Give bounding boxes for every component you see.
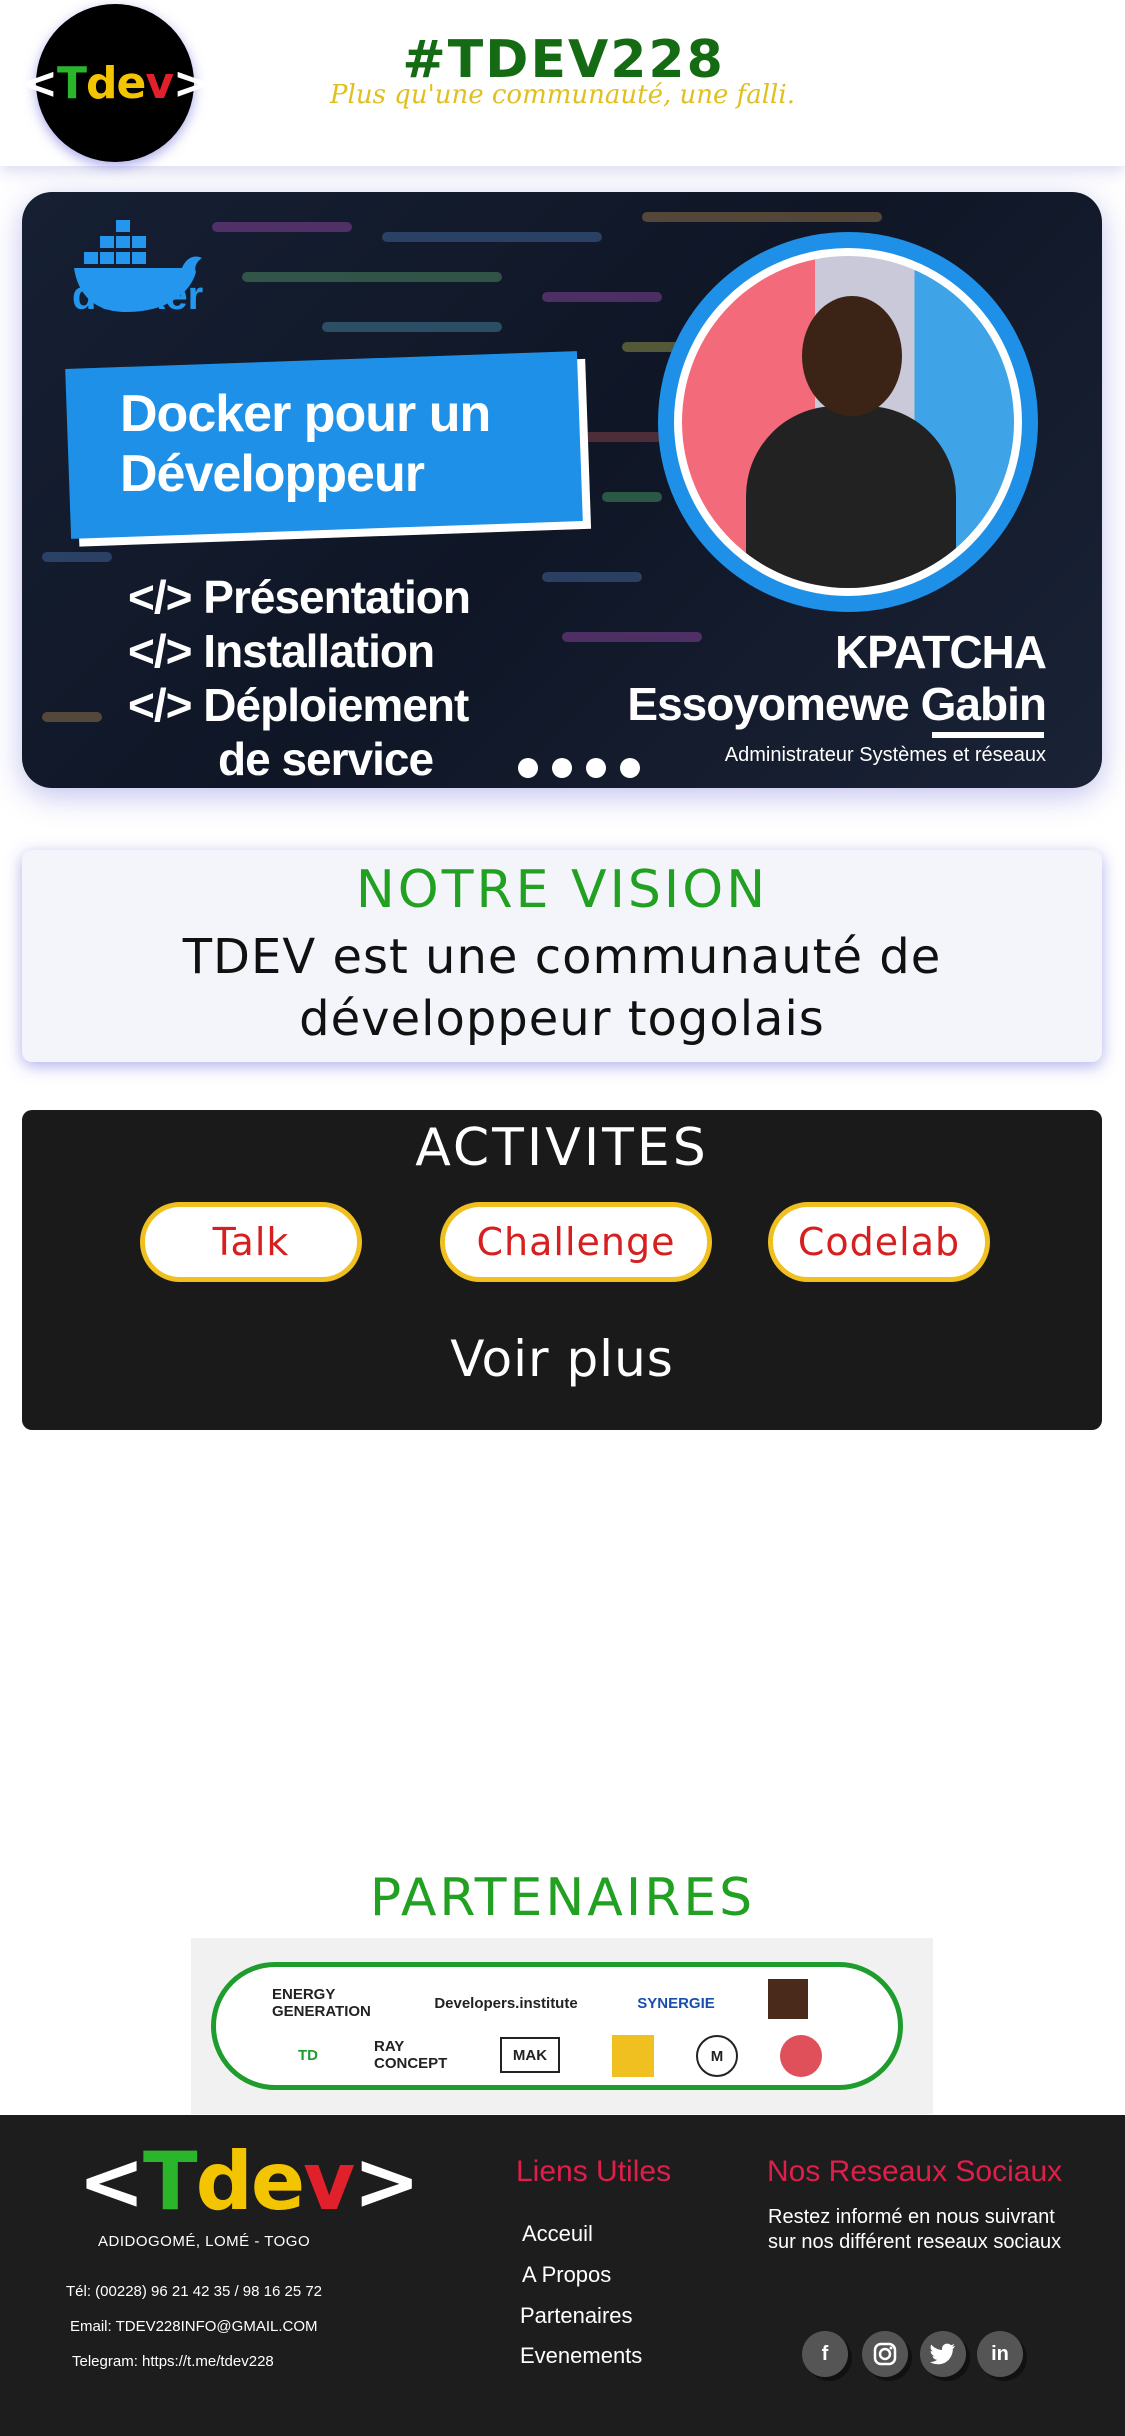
slider-dot[interactable]	[620, 758, 640, 778]
twitter-icon[interactable]	[920, 2331, 966, 2377]
partner-logo-red-circle[interactable]	[780, 2035, 822, 2077]
partner-logo-energy-generation[interactable]: ENERGY GENERATION	[272, 1983, 382, 2023]
vision-section: NOTRE VISION TDEV est une communauté de …	[22, 850, 1102, 1062]
slider-dot[interactable]	[518, 758, 538, 778]
instagram-icon[interactable]	[862, 2331, 908, 2377]
partners-frame: ENERGY GENERATION Developers.institute S…	[211, 1962, 903, 2090]
partner-logo-brown-badge[interactable]	[768, 1979, 808, 2019]
footer-link-about[interactable]: A Propos	[522, 2262, 611, 2288]
speaker-photo-head	[802, 296, 902, 416]
speaker-last-name: Essoyomewe Gabin	[627, 678, 1047, 730]
see-more-link[interactable]: Voir plus	[22, 1330, 1102, 1388]
speaker-first-name: KPATCHA	[834, 626, 1047, 678]
instagram-glyph	[873, 2342, 897, 2366]
footer-logo-bracket-open: <	[78, 2135, 145, 2228]
site-footer: <Tdev> ADIDOGOMÉ, LOMÉ - TOGO Tél: (0022…	[0, 2115, 1125, 2436]
docker-wordmark: docker	[72, 274, 204, 318]
hero-topic-item: </> Présentation	[128, 571, 471, 623]
talk-button[interactable]: Talk	[140, 1202, 362, 1282]
footer-logo[interactable]: <Tdev>	[78, 2135, 420, 2228]
slider-dot[interactable]	[586, 758, 606, 778]
hero-topic-item: de service	[218, 733, 434, 785]
speaker-photo	[682, 256, 1014, 588]
useful-links-title: Liens Utiles	[516, 2155, 672, 2188]
hero-topic-list: </> Présentation </> Installation </> Dé…	[128, 570, 471, 786]
footer-telegram[interactable]: Telegram: https://t.me/tdev228	[72, 2353, 274, 2370]
hero-slider[interactable]: docker Docker pour un Développeur </> Pr…	[22, 192, 1102, 788]
footer-logo-letters-de: de	[195, 2135, 306, 2228]
partner-logo-developers-institute[interactable]: Developers.institute	[416, 1983, 596, 2023]
vision-title: NOTRE VISION	[355, 860, 769, 920]
partners-title: PARTENAIRES	[369, 1868, 756, 1928]
footer-link-home[interactable]: Acceuil	[522, 2221, 593, 2247]
linkedin-icon[interactable]: in	[977, 2331, 1023, 2377]
speaker-name: KPATCHA Essoyomewe Gabin	[627, 626, 1047, 730]
partner-logo-ray-concept[interactable]: RAY CONCEPT	[374, 2037, 464, 2073]
footer-logo-bracket-close: >	[353, 2135, 420, 2228]
codelab-button[interactable]: Codelab	[768, 1202, 990, 1282]
activities-title: ACTIVITES	[415, 1118, 709, 1178]
partner-logo-mak[interactable]: MAK	[500, 2037, 560, 2073]
footer-logo-letter-t: T	[143, 2135, 198, 2228]
slider-dot[interactable]	[552, 758, 572, 778]
partner-logo-synergie[interactable]: SYNERGIE	[626, 1983, 726, 2023]
hero-title: Docker pour un Développeur	[120, 384, 491, 504]
site-header: <Tdev> #TDEV228 Plus qu'une communauté, …	[0, 0, 1125, 166]
social-networks-title: Nos Reseaux Sociaux	[767, 2155, 1063, 2188]
vision-text: TDEV est une communauté de développeur t…	[182, 929, 942, 1047]
footer-address: ADIDOGOMÉ, LOMÉ - TOGO	[98, 2233, 311, 2250]
hero-title-line-2: Développeur	[120, 445, 425, 503]
slider-dots	[518, 758, 640, 778]
social-networks-text: Restez informé en nous suivrant sur nos …	[768, 2206, 1062, 2253]
partner-logo-m[interactable]: M	[696, 2035, 738, 2077]
speaker-role: Administrateur Systèmes et réseaux	[724, 744, 1046, 766]
footer-link-partners[interactable]: Partenaires	[520, 2303, 633, 2329]
twitter-bird-glyph	[930, 2343, 955, 2365]
partner-logo-yellow-badge[interactable]	[612, 2035, 654, 2077]
site-tagline: Plus qu'une communauté, une falli.	[330, 80, 795, 110]
activities-section: ACTIVITES Talk Challenge Codelab Voir pl…	[22, 1110, 1102, 1430]
hero-topic-item: </> Déploiement	[128, 679, 469, 731]
hero-title-line-1: Docker pour un	[120, 385, 491, 443]
partners-logos-banner: ENERGY GENERATION Developers.institute S…	[191, 1938, 933, 2114]
speaker-photo-body	[746, 406, 956, 588]
footer-logo-letter-v: v	[303, 2135, 355, 2228]
hero-topic-item: </> Installation	[128, 625, 435, 677]
footer-email[interactable]: Email: TDEV228INFO@GMAIL.COM	[70, 2318, 318, 2335]
partner-logo-td[interactable]: TD	[278, 2037, 338, 2073]
speaker-underline	[932, 732, 1044, 738]
facebook-icon[interactable]: f	[802, 2331, 848, 2377]
footer-phone[interactable]: Tél: (00228) 96 21 42 35 / 98 16 25 72	[66, 2283, 322, 2300]
footer-link-events[interactable]: Evenements	[520, 2343, 642, 2369]
challenge-button[interactable]: Challenge	[440, 1202, 712, 1282]
